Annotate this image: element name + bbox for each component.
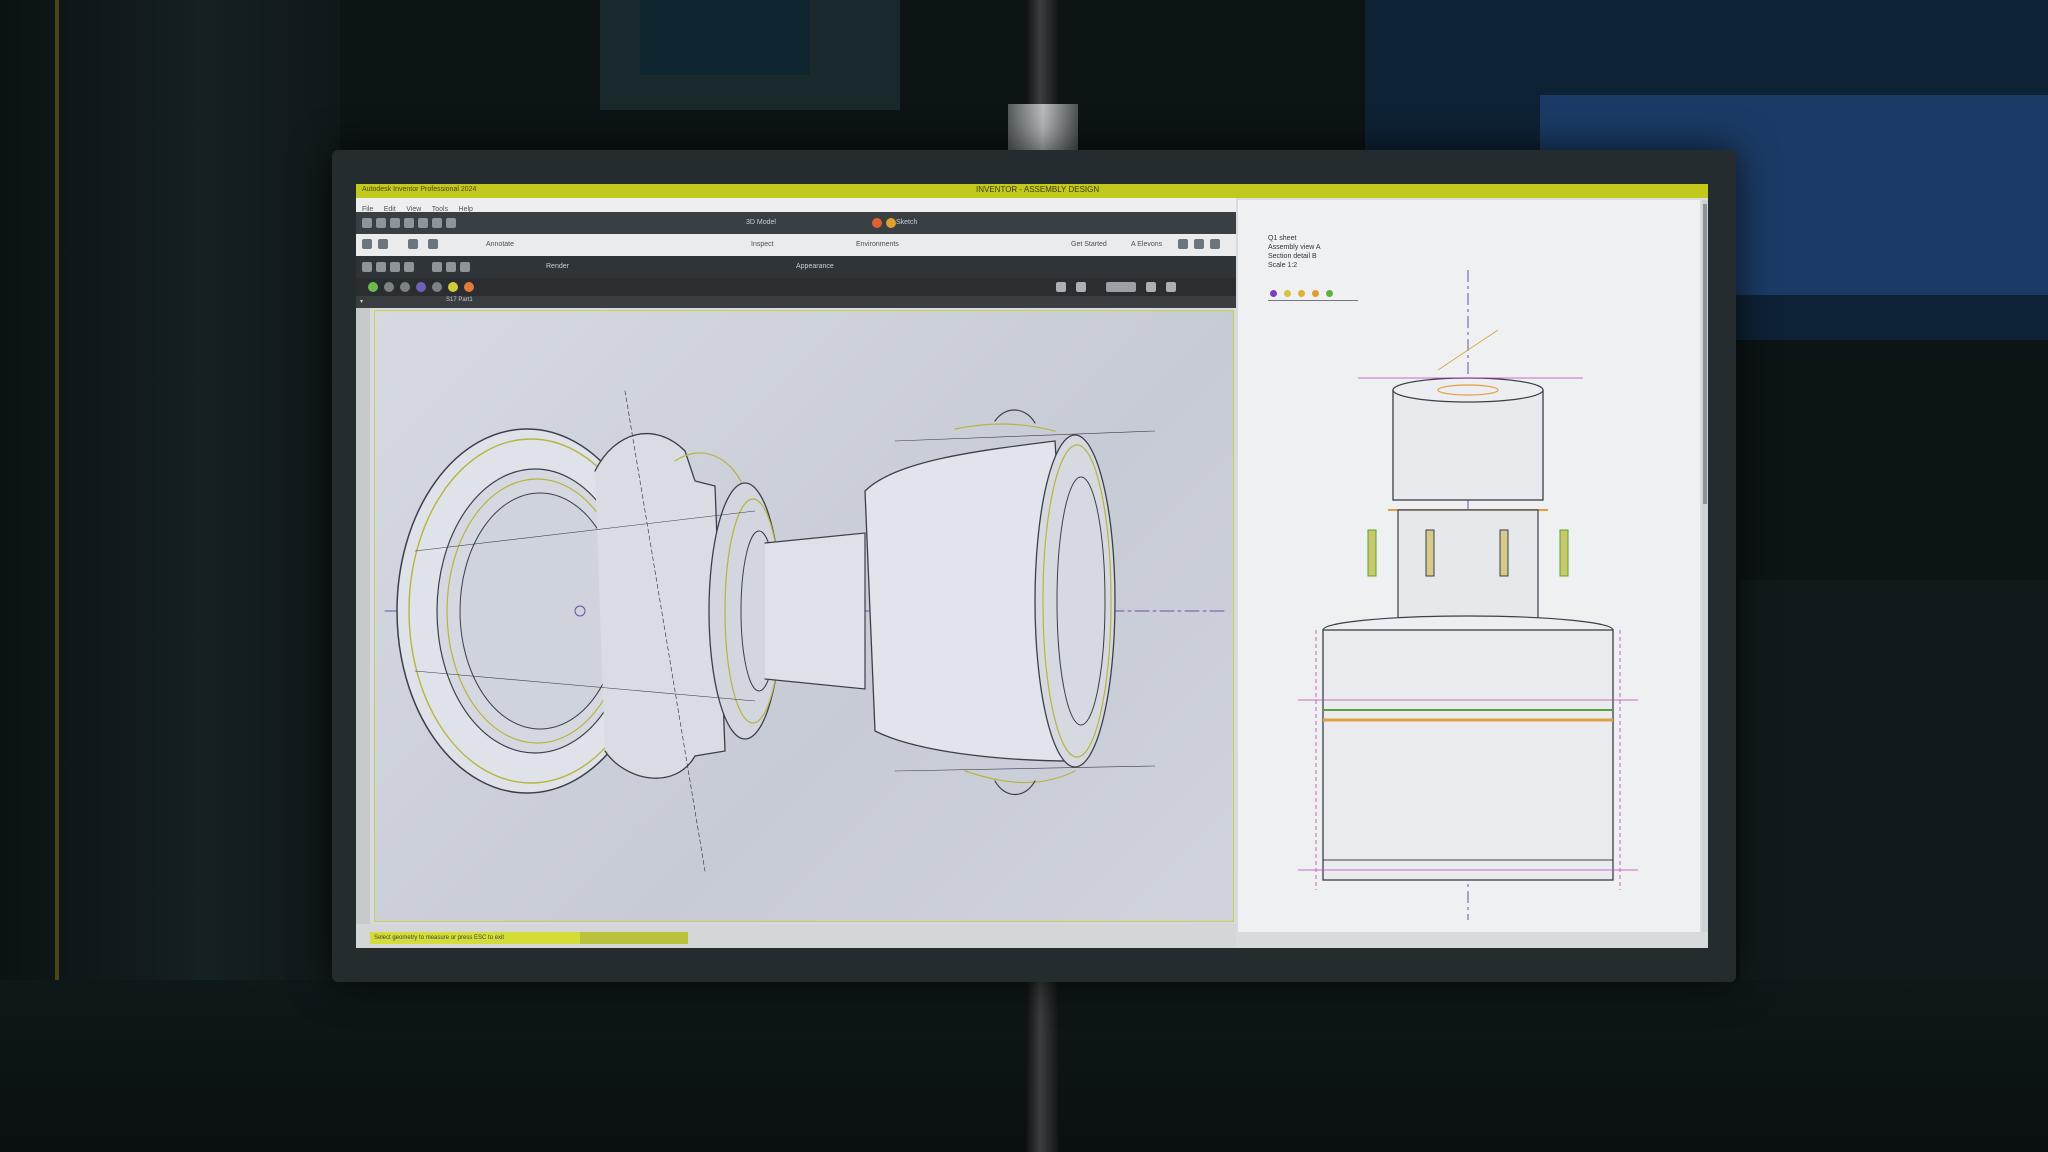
upper-cylinder-top: [1392, 377, 1544, 403]
status-ok-icon[interactable]: [368, 282, 378, 292]
tail-bottom-edge: [964, 770, 1076, 784]
status-message: Select geometry to measure or press ESC …: [370, 932, 580, 944]
orthographic-drawing: [1298, 270, 1638, 920]
scrollbar-thumb[interactable]: [1703, 204, 1707, 504]
part-name: S17 Part1: [446, 297, 473, 303]
orbit-icon[interactable]: [1056, 282, 1066, 292]
middle-cylinder: [1397, 509, 1539, 626]
line-tool-icon[interactable]: [378, 239, 388, 249]
material-icon[interactable]: [464, 282, 474, 292]
shaft: [764, 532, 866, 690]
settings-icon[interactable]: [446, 218, 456, 228]
alert-icon[interactable]: [1210, 239, 1220, 249]
model-viewport[interactable]: [374, 310, 1234, 922]
loft-icon[interactable]: [404, 262, 414, 272]
title-left-text: Autodesk Inventor Professional 2024: [362, 186, 477, 193]
drawing-sheet-panel[interactable]: Q1 sheet Assembly view A Section detail …: [1238, 200, 1700, 932]
top-fin: [994, 409, 1036, 424]
window-title: INVENTOR - ASSEMBLY DESIGN: [976, 185, 1100, 194]
title-bar: Autodesk Inventor Professional 2024 INVE…: [356, 184, 1708, 198]
look-at-icon[interactable]: [1146, 282, 1156, 292]
record-icon[interactable]: [872, 218, 882, 228]
sweep-icon[interactable]: [390, 262, 400, 272]
open-file-icon[interactable]: [376, 218, 386, 228]
pan-icon[interactable]: [1076, 282, 1086, 292]
status-progress-segment: [580, 932, 688, 944]
browser-bar: ▾ S17 Part1: [356, 296, 1236, 308]
save-icon[interactable]: [390, 218, 400, 228]
construction-line-3: [894, 765, 1156, 772]
ribbon-annotate-label[interactable]: Annotate: [486, 241, 514, 248]
ribbon-panel: Annotate Inspect Environments Get Starte…: [356, 234, 1236, 256]
zoom-field[interactable]: [1106, 282, 1136, 292]
bore: [459, 492, 621, 730]
upper-cylinder: [1392, 389, 1544, 501]
chamfer-icon[interactable]: [446, 262, 456, 272]
view-cube-icon[interactable]: [1166, 282, 1176, 292]
background-window-pane: [640, 0, 810, 75]
warning-icon[interactable]: [886, 218, 896, 228]
undo-icon[interactable]: [404, 218, 414, 228]
redo-icon[interactable]: [418, 218, 428, 228]
3d-assembly-drawing: [384, 390, 1226, 872]
left-ruler: [356, 308, 370, 948]
ribbon-get-started-label[interactable]: Get Started: [1071, 241, 1107, 248]
monitor-stand-clamp: [1008, 104, 1078, 156]
help-icon[interactable]: [1194, 239, 1204, 249]
construction-line-2: [894, 430, 1156, 442]
lower-base: [1322, 629, 1614, 881]
menu-bar: File Edit View Tools Help: [356, 198, 1236, 213]
inner-tab-2: [1499, 529, 1509, 577]
modeling-toolbar: Render Appearance: [356, 256, 1236, 278]
tail-face: [1034, 434, 1116, 768]
status-bar: Select geometry to measure or press ESC …: [356, 924, 1236, 948]
fillet-icon[interactable]: [432, 262, 442, 272]
browser-arrow-icon[interactable]: ▾: [360, 298, 363, 305]
render-label[interactable]: Render: [546, 263, 569, 270]
rectangle-tool-icon[interactable]: [428, 239, 438, 249]
shell-icon[interactable]: [460, 262, 470, 272]
tab-3d-model[interactable]: 3D Model: [746, 219, 776, 226]
background-floor: [0, 980, 2048, 1152]
tail-top-edge: [954, 423, 1056, 432]
visibility-icon[interactable]: [400, 282, 410, 292]
pointer-icon[interactable]: [362, 239, 372, 249]
info-icon[interactable]: [1178, 239, 1188, 249]
left-tab: [1367, 529, 1377, 577]
layer-icon[interactable]: [384, 282, 394, 292]
highlight-icon[interactable]: [448, 282, 458, 292]
ribbon-elevons-label[interactable]: A Elevons: [1131, 241, 1162, 248]
inner-tab-1: [1425, 529, 1435, 577]
transition-body: [594, 432, 726, 779]
right-tab: [1559, 529, 1569, 577]
measure-icon[interactable]: [432, 282, 442, 292]
constraint-icon[interactable]: [416, 282, 426, 292]
application-screen: Autodesk Inventor Professional 2024 INVE…: [356, 184, 1708, 948]
arc-tool-icon[interactable]: [408, 239, 418, 249]
print-icon[interactable]: [432, 218, 442, 228]
new-file-icon[interactable]: [362, 218, 372, 228]
revolve-icon[interactable]: [376, 262, 386, 272]
tab-sketch[interactable]: Sketch: [896, 219, 917, 226]
status-toolbar: [356, 278, 1236, 296]
appearance-label[interactable]: Appearance: [796, 263, 834, 270]
ribbon-environments-label[interactable]: Environments: [856, 241, 899, 248]
quick-access-toolbar: 3D Model Sketch: [356, 212, 1236, 234]
extrude-icon[interactable]: [362, 262, 372, 272]
ribbon-inspect-label[interactable]: Inspect: [751, 241, 774, 248]
